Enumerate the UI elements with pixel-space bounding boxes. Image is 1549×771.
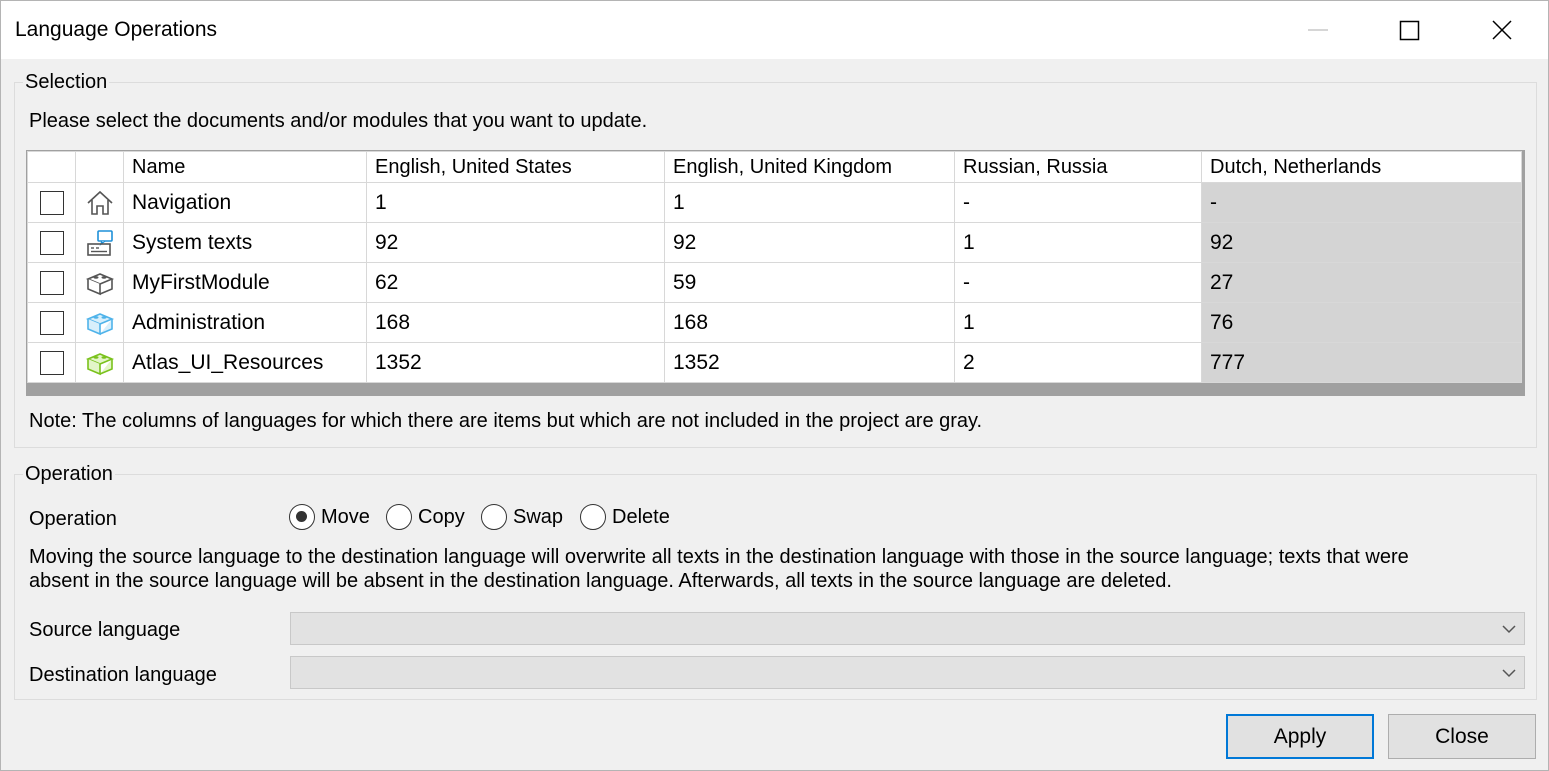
row-ru-ru: - xyxy=(954,262,1202,303)
row-checkbox[interactable] xyxy=(39,230,64,255)
radio-copy-label: Copy xyxy=(418,505,465,528)
row-nl-nl: 27 xyxy=(1201,262,1522,303)
minimize-button[interactable] xyxy=(1271,1,1363,59)
row-checkbox-cell xyxy=(27,302,76,343)
column-header-en-gb[interactable]: English, United Kingdom xyxy=(664,151,955,183)
close-button[interactable]: Close xyxy=(1388,714,1536,759)
row-checkbox-cell xyxy=(27,342,76,383)
row-icon-cell xyxy=(75,222,124,263)
radio-delete-label: Delete xyxy=(612,505,670,528)
apply-button[interactable]: Apply xyxy=(1226,714,1374,759)
table-row[interactable]: System texts 92 92 1 92 xyxy=(27,222,1522,263)
module-gray-icon xyxy=(85,272,114,295)
row-en-us: 1352 xyxy=(366,342,665,383)
module-green-icon xyxy=(85,352,114,375)
chevron-down-icon xyxy=(1502,625,1516,634)
row-name: Atlas_UI_Resources xyxy=(123,342,367,383)
header-icon-column xyxy=(75,151,124,183)
row-checkbox-cell xyxy=(27,222,76,263)
row-icon-cell xyxy=(75,302,124,343)
radio-copy[interactable]: Copy xyxy=(386,503,465,531)
source-language-dropdown[interactable] xyxy=(290,612,1525,645)
radio-move[interactable]: Move xyxy=(289,503,370,531)
row-ru-ru: 1 xyxy=(954,302,1202,343)
column-header-name[interactable]: Name xyxy=(123,151,367,183)
row-name: Navigation xyxy=(123,182,367,223)
row-en-us: 1 xyxy=(366,182,665,223)
radio-move-circle[interactable] xyxy=(289,504,315,530)
radio-delete[interactable]: Delete xyxy=(580,503,670,531)
radio-move-label: Move xyxy=(321,505,370,528)
operation-label: Operation xyxy=(29,508,117,530)
row-icon-cell xyxy=(75,342,124,383)
row-ru-ru: - xyxy=(954,182,1202,223)
row-nl-nl: 76 xyxy=(1201,302,1522,343)
window-title: Language Operations xyxy=(15,18,217,41)
column-header-en-us[interactable]: English, United States xyxy=(366,151,665,183)
row-nl-nl: - xyxy=(1201,182,1522,223)
row-checkbox-cell xyxy=(27,262,76,303)
documents-grid: Name English, United States English, Uni… xyxy=(26,150,1525,396)
radio-swap[interactable]: Swap xyxy=(481,503,563,531)
table-row[interactable]: MyFirstModule 62 59 - 27 xyxy=(27,262,1522,303)
selection-group-label: Selection xyxy=(23,71,110,94)
row-name: System texts xyxy=(123,222,367,263)
operation-group-label: Operation xyxy=(23,463,115,486)
table-header-row: Name English, United States English, Uni… xyxy=(27,151,1522,183)
documents-table: Name English, United States English, Uni… xyxy=(27,151,1522,383)
column-header-ru-ru[interactable]: Russian, Russia xyxy=(954,151,1202,183)
row-checkbox[interactable] xyxy=(39,350,64,375)
row-name: MyFirstModule xyxy=(123,262,367,303)
operation-description-line2: absent in the source language will be ab… xyxy=(29,570,1172,592)
row-checkbox[interactable] xyxy=(39,270,64,295)
row-en-gb: 1352 xyxy=(664,342,955,383)
radio-swap-label: Swap xyxy=(513,505,564,528)
destination-language-dropdown[interactable] xyxy=(290,656,1525,689)
row-ru-ru: 2 xyxy=(954,342,1202,383)
close-window-button[interactable] xyxy=(1455,1,1547,59)
radio-swap-circle[interactable] xyxy=(481,504,507,530)
column-header-nl-nl[interactable]: Dutch, Netherlands xyxy=(1201,151,1522,183)
destination-language-label: Destination language xyxy=(29,664,217,686)
table-row[interactable]: Administration 168 168 1 76 xyxy=(27,302,1522,343)
module-blue-icon xyxy=(85,312,114,335)
close-icon xyxy=(1492,20,1512,40)
table-row[interactable]: Navigation 1 1 - - xyxy=(27,182,1522,223)
row-ru-ru: 1 xyxy=(954,222,1202,263)
row-en-us: 168 xyxy=(366,302,665,343)
row-en-gb: 1 xyxy=(664,182,955,223)
row-en-gb: 59 xyxy=(664,262,955,303)
home-icon xyxy=(86,190,113,215)
selection-instruction: Please select the documents and/or modul… xyxy=(29,110,648,132)
row-icon-cell xyxy=(75,182,124,223)
row-nl-nl: 92 xyxy=(1201,222,1522,263)
header-checkbox-column xyxy=(27,151,76,183)
row-checkbox[interactable] xyxy=(39,190,64,215)
row-name: Administration xyxy=(123,302,367,343)
row-en-us: 62 xyxy=(366,262,665,303)
row-en-gb: 92 xyxy=(664,222,955,263)
system-texts-icon xyxy=(86,229,113,256)
minimize-icon xyxy=(1308,29,1328,31)
maximize-icon xyxy=(1399,20,1420,41)
row-checkbox-cell xyxy=(27,182,76,223)
source-language-label: Source language xyxy=(29,619,181,641)
chevron-down-icon xyxy=(1502,669,1516,678)
row-en-gb: 168 xyxy=(664,302,955,343)
table-row[interactable]: Atlas_UI_Resources 1352 1352 2 777 xyxy=(27,342,1522,383)
radio-copy-circle[interactable] xyxy=(386,504,412,530)
selection-note: Note: The columns of languages for which… xyxy=(29,410,983,432)
row-en-us: 92 xyxy=(366,222,665,263)
operation-description-line1: Moving the source language to the destin… xyxy=(29,546,1409,568)
maximize-button[interactable] xyxy=(1363,1,1455,59)
row-checkbox[interactable] xyxy=(39,310,64,335)
row-nl-nl: 777 xyxy=(1201,342,1522,383)
radio-delete-circle[interactable] xyxy=(580,504,606,530)
language-operations-dialog: Language Operations Selection Please sel… xyxy=(0,0,1549,771)
row-icon-cell xyxy=(75,262,124,303)
title-bar: Language Operations xyxy=(1,1,1548,59)
